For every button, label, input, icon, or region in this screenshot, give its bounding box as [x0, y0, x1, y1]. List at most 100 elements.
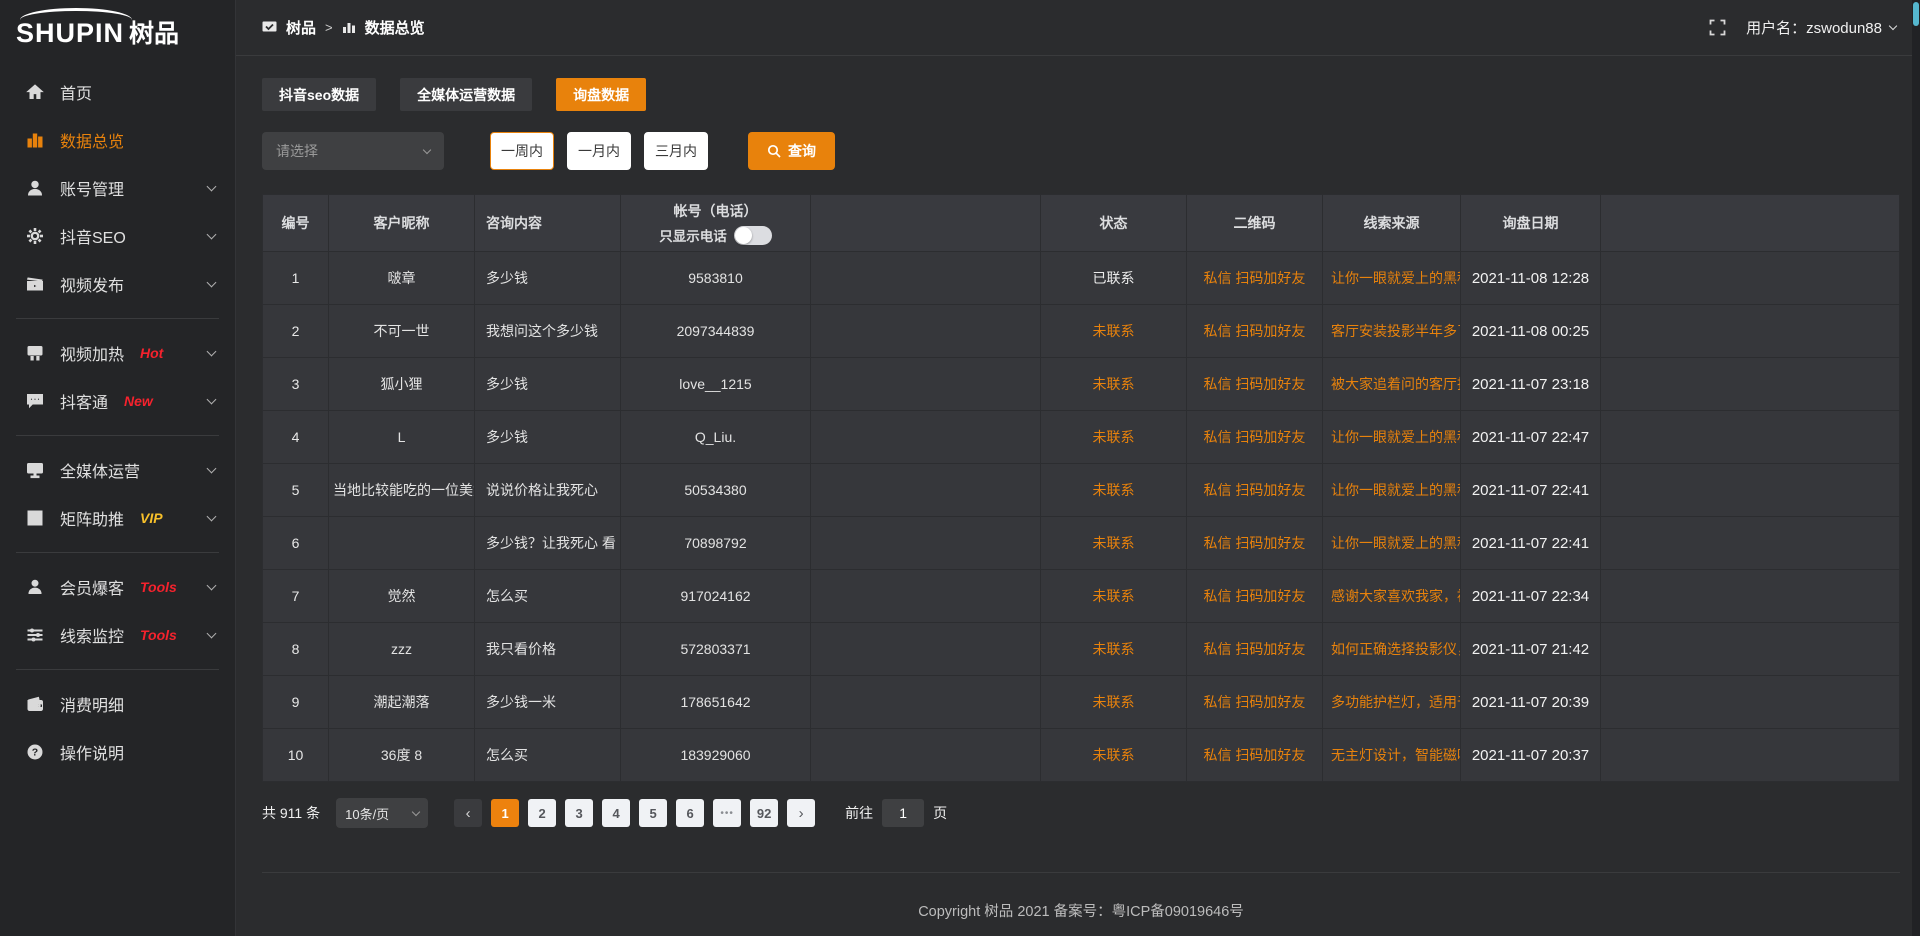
inquiry-date: 2021-11-07 22:41: [1461, 464, 1601, 517]
page-button-6[interactable]: 6: [676, 799, 704, 827]
breadcrumb-root[interactable]: 树品: [286, 17, 316, 38]
col-date: 询盘日期: [1461, 195, 1601, 252]
sidebar-item-home[interactable]: 首页: [0, 68, 235, 116]
user-menu[interactable]: 用户名：zswodun88: [1746, 17, 1896, 38]
col-qr: 二维码: [1187, 195, 1323, 252]
page-size-select[interactable]: 10条/页: [336, 798, 428, 828]
filter-select-placeholder: 请选择: [276, 141, 318, 161]
sidebar-item-label: 操作说明: [60, 740, 124, 764]
prev-page-button[interactable]: ‹: [454, 799, 482, 827]
tab-inquiry-data[interactable]: 询盘数据: [556, 78, 646, 111]
customer-nickname: L: [329, 411, 475, 464]
lead-source-link[interactable]: 无主灯设计，智能磁吸轨道灯...: [1323, 729, 1461, 782]
bar-chart-icon: [26, 131, 46, 149]
sidebar-item-expense-detail[interactable]: 消费明细: [0, 680, 235, 728]
qr-links[interactable]: 私信 扫码加好友: [1187, 623, 1323, 676]
sidebar-item-account-mgmt[interactable]: 账号管理: [0, 164, 235, 212]
search-button[interactable]: 查询: [748, 132, 835, 170]
sidebar-item-matrix-boost[interactable]: 矩阵助推 VIP: [0, 494, 235, 542]
lead-source-link[interactable]: 让你一眼就爱上的黑科技，能...: [1323, 252, 1461, 305]
account-phone: love__1215: [621, 358, 811, 411]
chevron-down-icon: [207, 181, 217, 191]
page-button-2[interactable]: 2: [528, 799, 556, 827]
col-status: 状态: [1041, 195, 1187, 252]
consult-content: 多少钱: [475, 411, 621, 464]
range-week-button[interactable]: 一周内: [490, 132, 554, 170]
member-icon: [26, 578, 46, 596]
tab-omnimedia-data[interactable]: 全媒体运营数据: [400, 78, 532, 111]
sidebar-item-video-publish[interactable]: 视频发布: [0, 260, 235, 308]
vip-badge: VIP: [140, 510, 163, 526]
phone-only-toggle[interactable]: [734, 226, 772, 245]
lead-source-link[interactable]: 感谢大家喜欢我家，被问了好...: [1323, 570, 1461, 623]
lead-source-link[interactable]: 让你一眼就爱上的黑科技，能...: [1323, 411, 1461, 464]
username-label: 用户名：zswodun88: [1746, 17, 1882, 38]
sidebar-item-doukertong[interactable]: 抖客通 New: [0, 377, 235, 425]
range-quarter-button[interactable]: 三月内: [644, 132, 708, 170]
chevron-down-icon: [207, 346, 217, 356]
status-badge: 未联系: [1041, 517, 1187, 570]
bar-chart-icon: [342, 21, 356, 35]
range-month-button[interactable]: 一月内: [567, 132, 631, 170]
page-button-92[interactable]: 92: [750, 799, 778, 827]
sidebar-item-label: 首页: [60, 80, 92, 104]
status-badge: 已联系: [1041, 252, 1187, 305]
qr-links[interactable]: 私信 扫码加好友: [1187, 676, 1323, 729]
tab-douyin-seo-data[interactable]: 抖音seo数据: [262, 78, 376, 111]
lead-source-link[interactable]: 多功能护栏灯，适用于乡村文...: [1323, 676, 1461, 729]
lead-source-link[interactable]: 被大家追着问的客厅投影分享...: [1323, 358, 1461, 411]
qr-links[interactable]: 私信 扫码加好友: [1187, 464, 1323, 517]
sidebar-item-douyin-seo[interactable]: 抖音SEO: [0, 212, 235, 260]
breadcrumb: 树品 > 数据总览: [262, 17, 425, 38]
status-badge: 未联系: [1041, 358, 1187, 411]
help-icon: ?: [26, 743, 46, 761]
total-count-label: 共 911 条: [262, 803, 320, 823]
account-phone: 917024162: [621, 570, 811, 623]
sidebar-item-video-heat[interactable]: 视频加热 Hot: [0, 329, 235, 377]
sidebar-item-help[interactable]: ? 操作说明: [0, 728, 235, 776]
sidebar-item-label: 会员爆客: [60, 575, 124, 599]
qr-links[interactable]: 私信 扫码加好友: [1187, 411, 1323, 464]
sidebar-item-omnimedia-ops[interactable]: 全媒体运营: [0, 446, 235, 494]
qr-links[interactable]: 私信 扫码加好友: [1187, 517, 1323, 570]
sidebar-item-member-burst[interactable]: 会员爆客 Tools: [0, 563, 235, 611]
page-scrollbar[interactable]: [1912, 0, 1920, 936]
hot-badge: Hot: [140, 345, 163, 361]
search-icon: [767, 144, 781, 158]
row-number: 7: [263, 570, 329, 623]
lead-source-link[interactable]: 客厅安装投影半年多了，真实...: [1323, 305, 1461, 358]
sidebar-item-label: 抖客通: [60, 389, 108, 413]
qr-links[interactable]: 私信 扫码加好友: [1187, 358, 1323, 411]
qr-links[interactable]: 私信 扫码加好友: [1187, 252, 1323, 305]
qr-links[interactable]: 私信 扫码加好友: [1187, 570, 1323, 623]
lead-source-link[interactable]: 让你一眼就爱上的黑科技，能...: [1323, 464, 1461, 517]
home-icon: [26, 83, 46, 101]
fullscreen-icon[interactable]: [1709, 19, 1726, 36]
goto-page-input[interactable]: [882, 799, 924, 827]
qr-links[interactable]: 私信 扫码加好友: [1187, 305, 1323, 358]
page-size-value: 10条/页: [345, 804, 389, 823]
consult-content: 怎么买: [475, 570, 621, 623]
qr-links[interactable]: 私信 扫码加好友: [1187, 729, 1323, 782]
page-button-4[interactable]: 4: [602, 799, 630, 827]
inquiry-date: 2021-11-07 22:47: [1461, 411, 1601, 464]
more-pages-ellipsis[interactable]: •••: [713, 799, 741, 827]
grid-icon: [26, 509, 46, 527]
status-badge: 未联系: [1041, 623, 1187, 676]
sidebar-item-lead-monitor[interactable]: 线索监控 Tools: [0, 611, 235, 659]
chevron-down-icon: [207, 580, 217, 590]
next-page-button[interactable]: ›: [787, 799, 815, 827]
page-button-3[interactable]: 3: [565, 799, 593, 827]
chevron-down-icon: [207, 277, 217, 287]
page-button-5[interactable]: 5: [639, 799, 667, 827]
lead-source-link[interactable]: 让你一眼就爱上的黑科技，能...: [1323, 517, 1461, 570]
sidebar-item-data-overview[interactable]: 数据总览: [0, 116, 235, 164]
footer: Copyright 树品 2021 备案号：粤ICP备09019646号: [262, 872, 1900, 921]
lead-source-link[interactable]: 如何正确选择投影仪，买投影...: [1323, 623, 1461, 676]
consult-content: 说说价格让我死心: [475, 464, 621, 517]
top-bar: 树品 > 数据总览 用户名：zswodun88: [236, 0, 1920, 56]
filter-select[interactable]: 请选择: [262, 132, 444, 170]
sidebar-item-label: 消费明细: [60, 692, 124, 716]
page-button-1[interactable]: 1: [491, 799, 519, 827]
scrollbar-thumb[interactable]: [1913, 2, 1919, 26]
